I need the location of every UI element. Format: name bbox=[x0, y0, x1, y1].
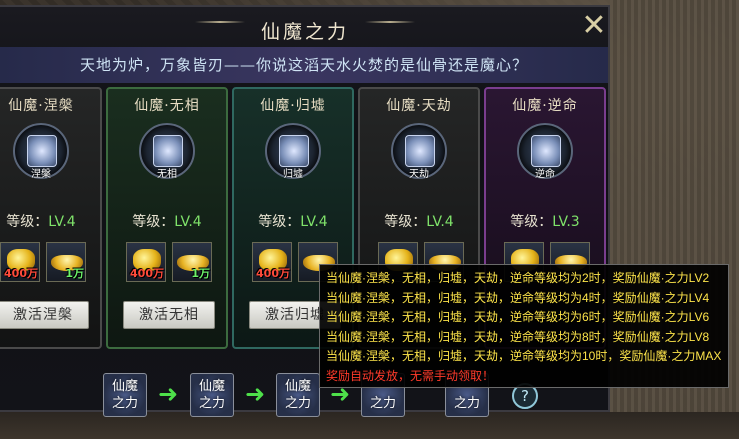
card-level: 等级：LV.3 bbox=[486, 211, 604, 231]
card-niepan: 仙魔·涅槃 涅槃 等级：LV.4 400万 1万 激活涅槃 bbox=[0, 87, 102, 349]
stage-3-icon[interactable]: 仙魔 之力 bbox=[276, 373, 320, 417]
gold-coins-icon[interactable]: 400万 bbox=[252, 242, 292, 282]
stage-label-bottom: 之力 bbox=[111, 396, 138, 411]
stage-label-top: 仙魔 bbox=[111, 379, 138, 394]
item-count: 400万 bbox=[256, 267, 290, 280]
item-count: 1万 bbox=[65, 267, 84, 280]
emblem-niming-icon[interactable]: 逆命 bbox=[517, 123, 573, 180]
level-value: LV.4 bbox=[48, 214, 76, 230]
activate-wuxiang-button[interactable]: 激活无相 bbox=[123, 301, 215, 329]
item-count: 400万 bbox=[4, 267, 38, 280]
emblem-label: 归墟 bbox=[283, 169, 303, 180]
level-label: 等级： bbox=[6, 214, 49, 230]
title-ornament-right bbox=[365, 21, 415, 23]
emblem-core bbox=[279, 135, 309, 167]
level-label: 等级： bbox=[258, 214, 301, 230]
emblem-niepan-icon[interactable]: 涅槃 bbox=[13, 123, 69, 180]
reward-tooltip: 当仙魔·涅槃，无相，归墟，天劫，逆命等级均为2时，奖励仙魔·之力LV2 当仙魔·… bbox=[319, 264, 729, 388]
level-label: 等级： bbox=[132, 214, 175, 230]
emblem-label: 无相 bbox=[157, 169, 177, 180]
gold-coins-icon[interactable]: 400万 bbox=[126, 242, 166, 282]
tooltip-line: 当仙魔·涅槃，无相，归墟，天劫，逆命等级均为4时，奖励仙魔·之力LV4 bbox=[326, 290, 710, 305]
emblem-guixu-icon[interactable]: 归墟 bbox=[265, 123, 321, 180]
tooltip-line: 当仙魔·涅槃，无相，归墟，天劫，逆命等级均为2时，奖励仙魔·之力LV2 bbox=[326, 271, 710, 285]
card-level: 等级：LV.4 bbox=[108, 211, 226, 231]
card-level: 等级：LV.4 bbox=[0, 211, 100, 231]
card-name: 仙魔·归墟 bbox=[260, 98, 326, 114]
stage-2-icon[interactable]: 仙魔 之力 bbox=[190, 373, 234, 417]
emblem-tianjie-icon[interactable]: 天劫 bbox=[391, 123, 447, 180]
level-value: LV.4 bbox=[174, 214, 202, 230]
panel-title: 仙魔之力 bbox=[260, 20, 349, 43]
close-icon[interactable]: ✕ bbox=[578, 11, 610, 43]
item-count: 1万 bbox=[191, 267, 210, 280]
gold-coins-icon[interactable]: 400万 bbox=[0, 242, 40, 282]
stage-label-bottom: 之力 bbox=[369, 396, 396, 411]
gold-ingot-icon[interactable]: 1万 bbox=[172, 242, 212, 282]
level-value: LV.4 bbox=[300, 214, 328, 230]
tooltip-line: 当仙魔·涅槃，无相，归墟，天劫，逆命等级均为8时，奖励仙魔·之力LV8 bbox=[326, 329, 710, 344]
stage-label-top: 仙魔 bbox=[284, 379, 311, 394]
level-value: LV.4 bbox=[426, 214, 454, 230]
tooltip-notice: 奖励自动发放，无需手动领取！ bbox=[326, 368, 495, 383]
emblem-label: 逆命 bbox=[535, 169, 555, 180]
arrow-right-icon: ➜ bbox=[157, 380, 179, 408]
emblem-core bbox=[405, 135, 435, 167]
stage-label-bottom: 之力 bbox=[284, 396, 311, 411]
item-count: 400万 bbox=[130, 267, 164, 280]
activate-niepan-button[interactable]: 激活涅槃 bbox=[0, 301, 89, 329]
card-level: 等级：LV.4 bbox=[234, 211, 352, 231]
level-label: 等级： bbox=[384, 214, 427, 230]
level-label: 等级： bbox=[510, 214, 553, 230]
emblem-core bbox=[531, 135, 561, 167]
card-name: 仙魔·天劫 bbox=[386, 98, 452, 114]
title-bar: 仙魔之力 bbox=[185, 15, 425, 45]
stage-label-bottom: 之力 bbox=[453, 396, 480, 411]
card-wuxiang: 仙魔·无相 无相 等级：LV.4 400万 1万 激活无相 bbox=[106, 87, 228, 349]
stage-label-bottom: 之力 bbox=[198, 396, 225, 411]
tooltip-line: 当仙魔·涅槃，无相，归墟，天劫，逆命等级均为6时，奖励仙魔·之力LV6 bbox=[326, 310, 710, 324]
emblem-label: 天劫 bbox=[409, 169, 429, 180]
arrow-right-icon: ➜ bbox=[244, 380, 266, 408]
emblem-wuxiang-icon[interactable]: 无相 bbox=[139, 123, 195, 180]
tooltip-line: 当仙魔·涅槃，无相，归墟，天劫，逆命等级均为10时，奖励仙魔·之力MAX bbox=[326, 349, 722, 363]
emblem-label: 涅槃 bbox=[31, 169, 51, 180]
card-level: 等级：LV.4 bbox=[360, 211, 478, 231]
card-name: 仙魔·无相 bbox=[134, 98, 200, 114]
emblem-core bbox=[27, 135, 57, 167]
gold-ingot-icon[interactable]: 1万 bbox=[46, 242, 86, 282]
card-name: 仙魔·涅槃 bbox=[8, 98, 74, 114]
card-name: 仙魔·逆命 bbox=[512, 98, 578, 114]
panel-subtitle: 天地为炉，万象皆刃——你说这滔天水火焚的是仙骨还是魔心？ bbox=[79, 56, 528, 74]
stage-1-icon[interactable]: 仙魔 之力 bbox=[103, 373, 147, 417]
level-value: LV.3 bbox=[552, 214, 580, 230]
stage-label-top: 仙魔 bbox=[198, 379, 225, 394]
emblem-core bbox=[153, 135, 183, 167]
